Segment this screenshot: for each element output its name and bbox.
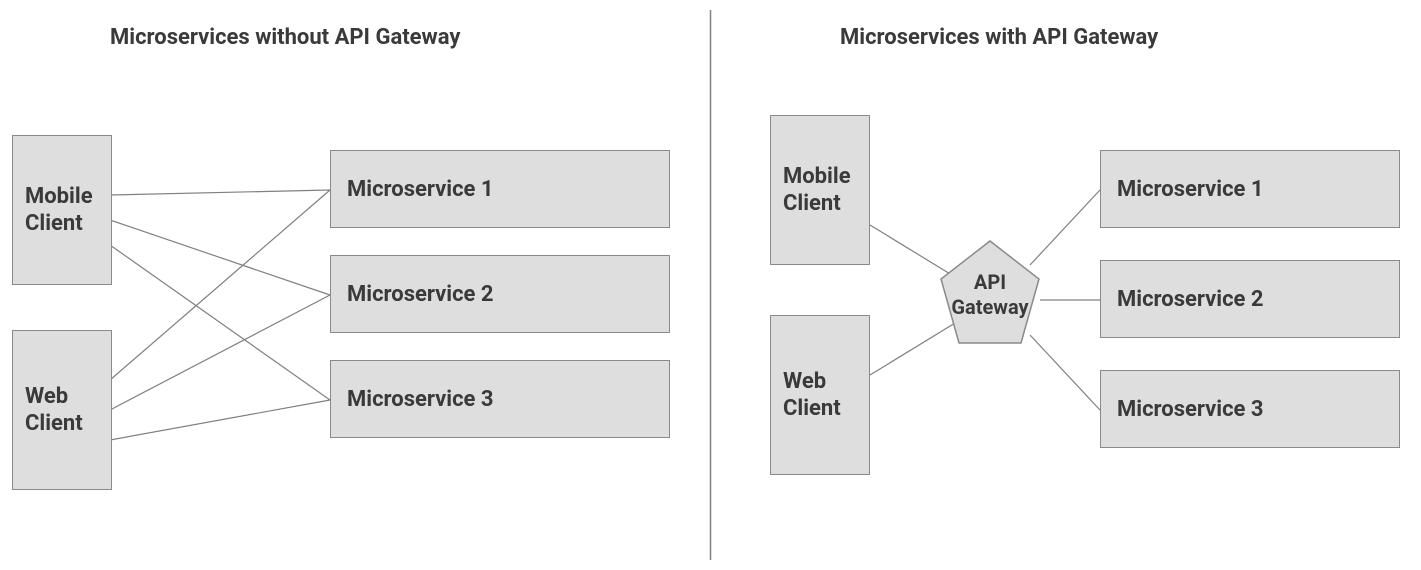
- microservice-3-label-right: Microservice 3: [1117, 397, 1264, 422]
- microservice-2-label-right: Microservice 2: [1117, 287, 1264, 312]
- mobile-client-box-right: MobileClient: [770, 115, 870, 265]
- microservice-2-box-left: Microservice 2: [330, 255, 670, 333]
- microservice-3-box-right: Microservice 3: [1100, 370, 1400, 448]
- web-client-box-left: WebClient: [12, 330, 112, 490]
- left-title: Microservices without API Gateway: [110, 25, 460, 50]
- diagram-stage: Microservices without API Gateway Mobile…: [0, 0, 1421, 570]
- web-client-box-right: WebClient: [770, 315, 870, 475]
- api-gateway-text-line1: API: [951, 270, 1028, 295]
- right-title: Microservices with API Gateway: [840, 25, 1158, 50]
- microservice-1-box-right: Microservice 1: [1100, 150, 1400, 228]
- microservice-3-label-left: Microservice 3: [347, 387, 494, 412]
- microservice-3-box-left: Microservice 3: [330, 360, 670, 438]
- microservice-2-label-left: Microservice 2: [347, 282, 494, 307]
- web-client-label-right: WebClient: [783, 368, 841, 423]
- microservice-1-box-left: Microservice 1: [330, 150, 670, 228]
- api-gateway-text-line2: Gateway: [951, 295, 1028, 320]
- mobile-client-label-right: MobileClient: [783, 163, 851, 218]
- microservice-1-label-left: Microservice 1: [347, 177, 494, 202]
- web-client-label-left: WebClient: [25, 383, 83, 438]
- api-gateway-label: API Gateway: [951, 270, 1028, 320]
- mobile-client-box-left: MobileClient: [12, 135, 112, 285]
- microservice-2-box-right: Microservice 2: [1100, 260, 1400, 338]
- mobile-client-label-left: MobileClient: [25, 183, 93, 238]
- api-gateway-node: API Gateway: [935, 235, 1045, 355]
- microservice-1-label-right: Microservice 1: [1117, 177, 1264, 202]
